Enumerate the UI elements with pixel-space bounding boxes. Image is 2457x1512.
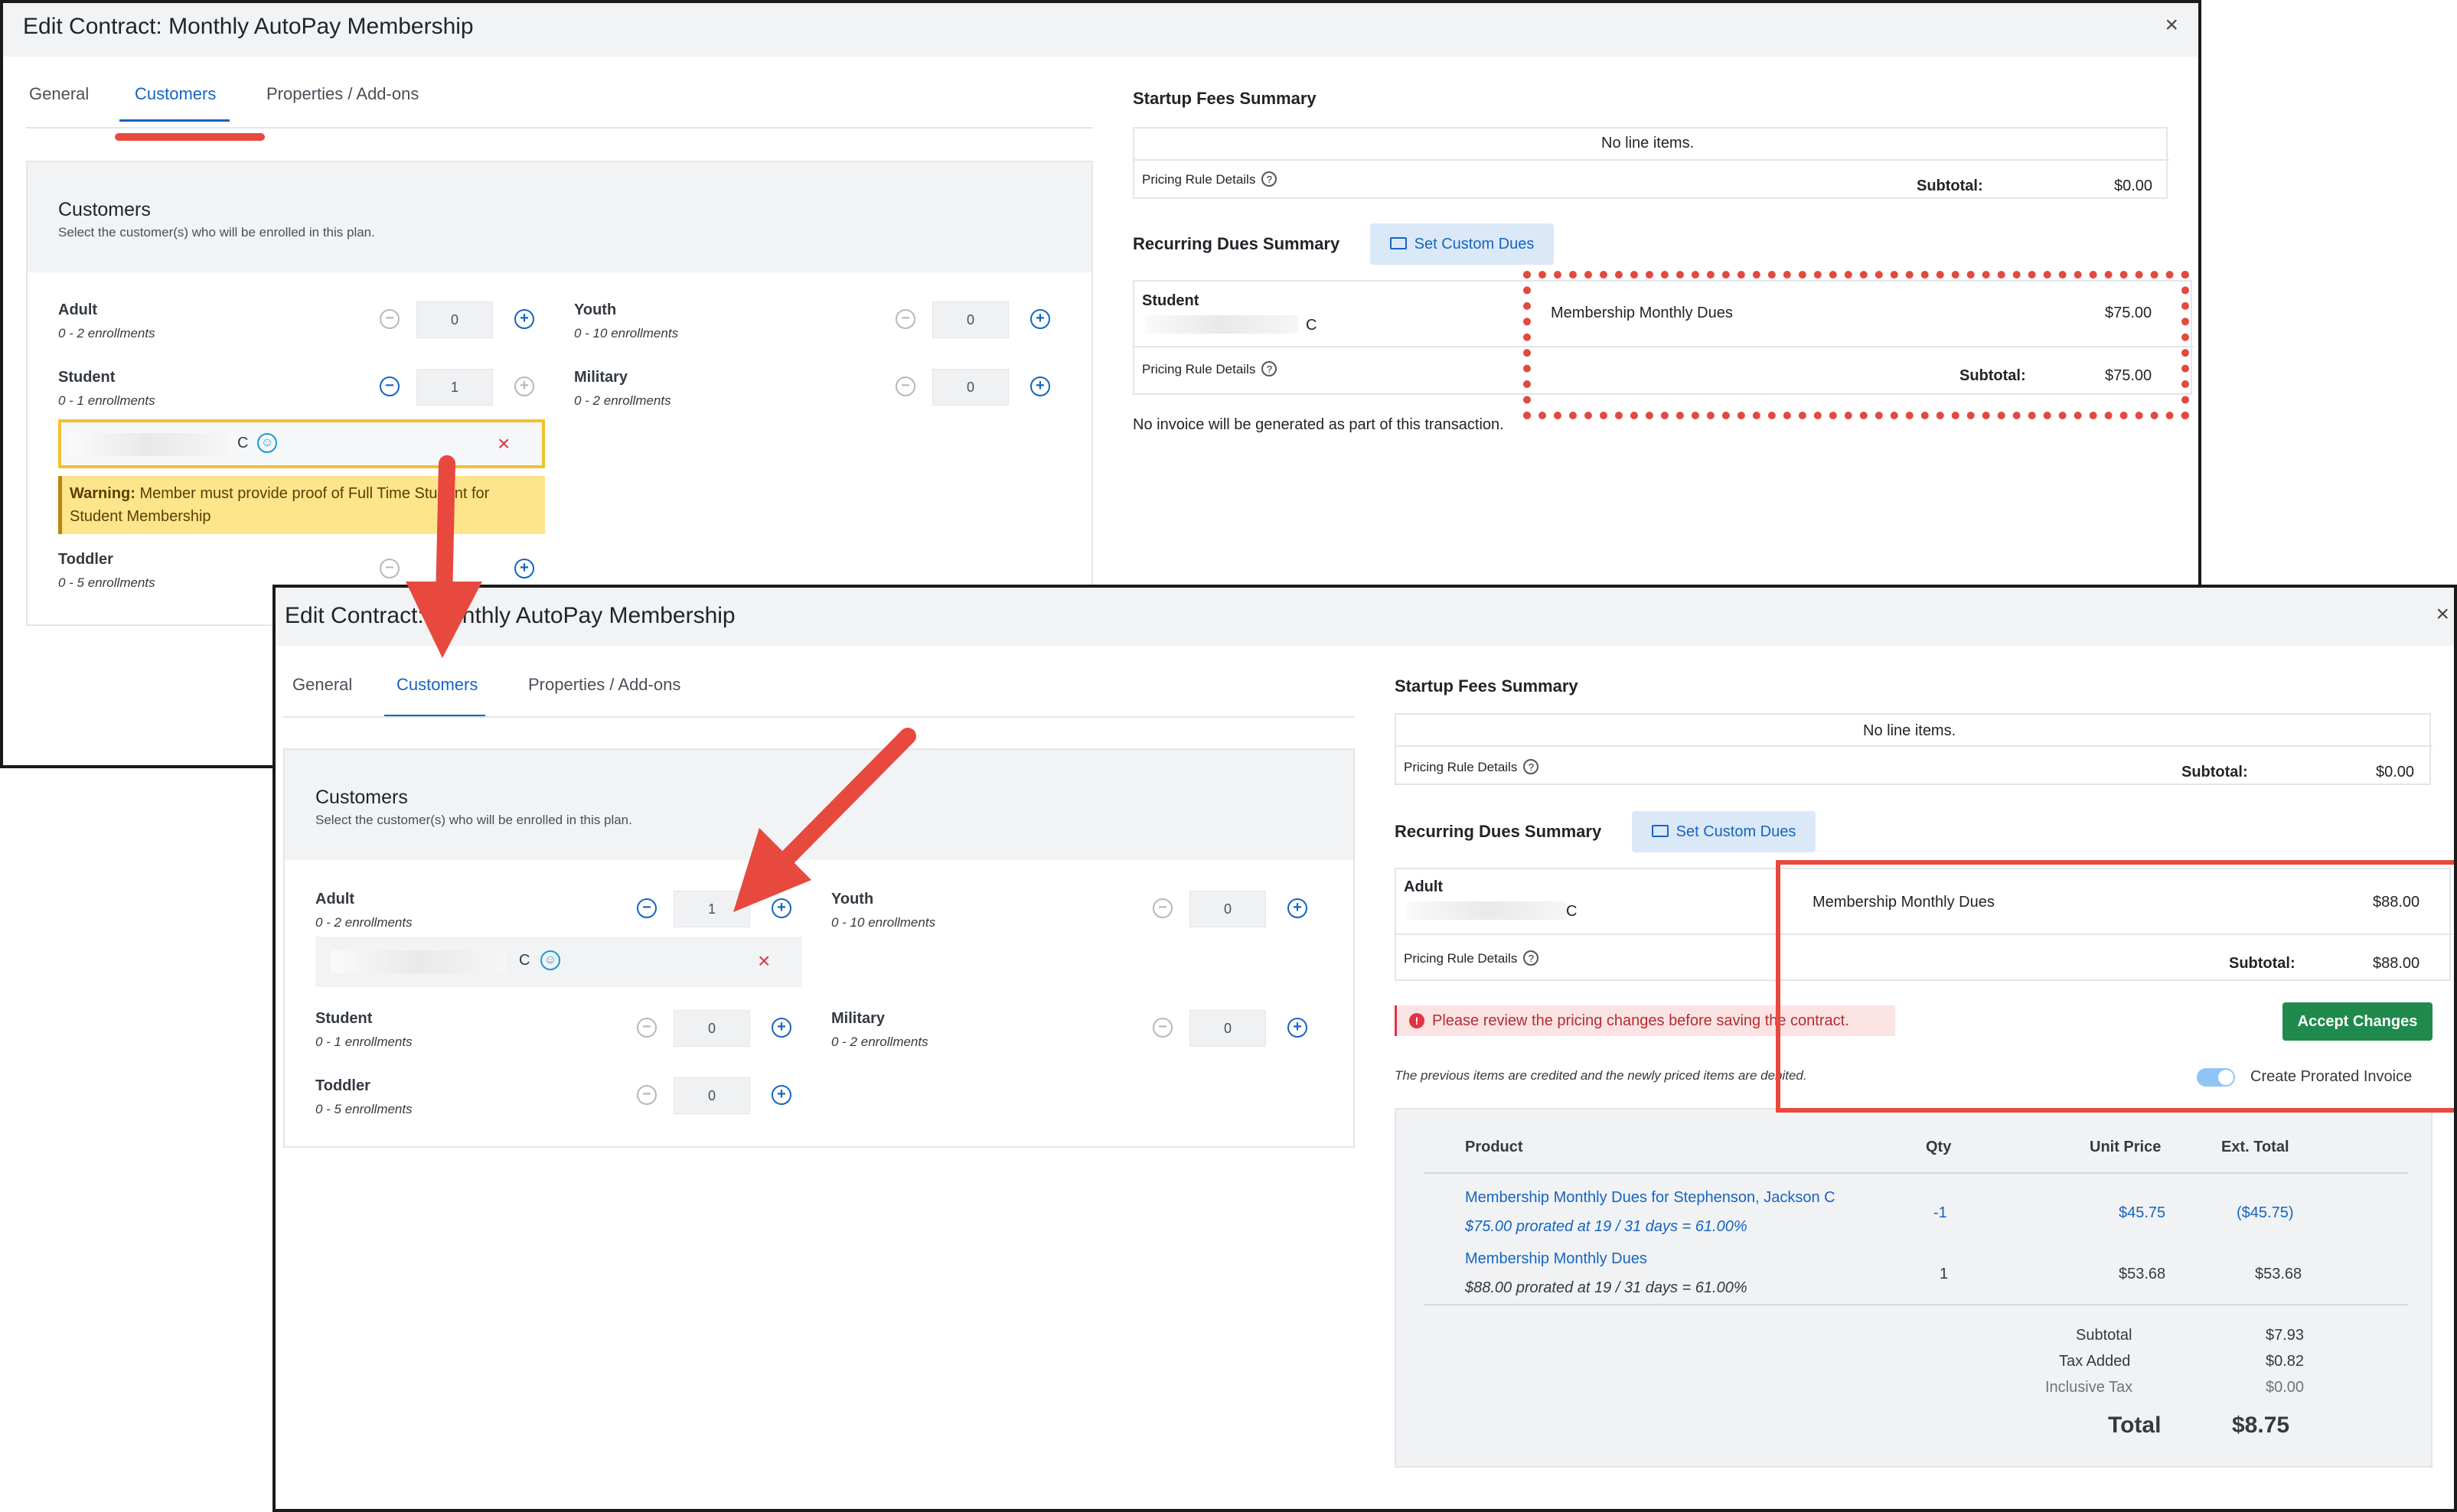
arrow-down-shaft [436,455,455,610]
arrow-diagonal-shaft [768,728,916,878]
arrow-down-head [406,582,482,658]
solid-highlight-new-dues [1776,860,2454,1113]
annotation-arrows [406,455,916,912]
arrow-diagonal-annotation [733,728,916,912]
arrow-down-annotation [406,455,482,658]
